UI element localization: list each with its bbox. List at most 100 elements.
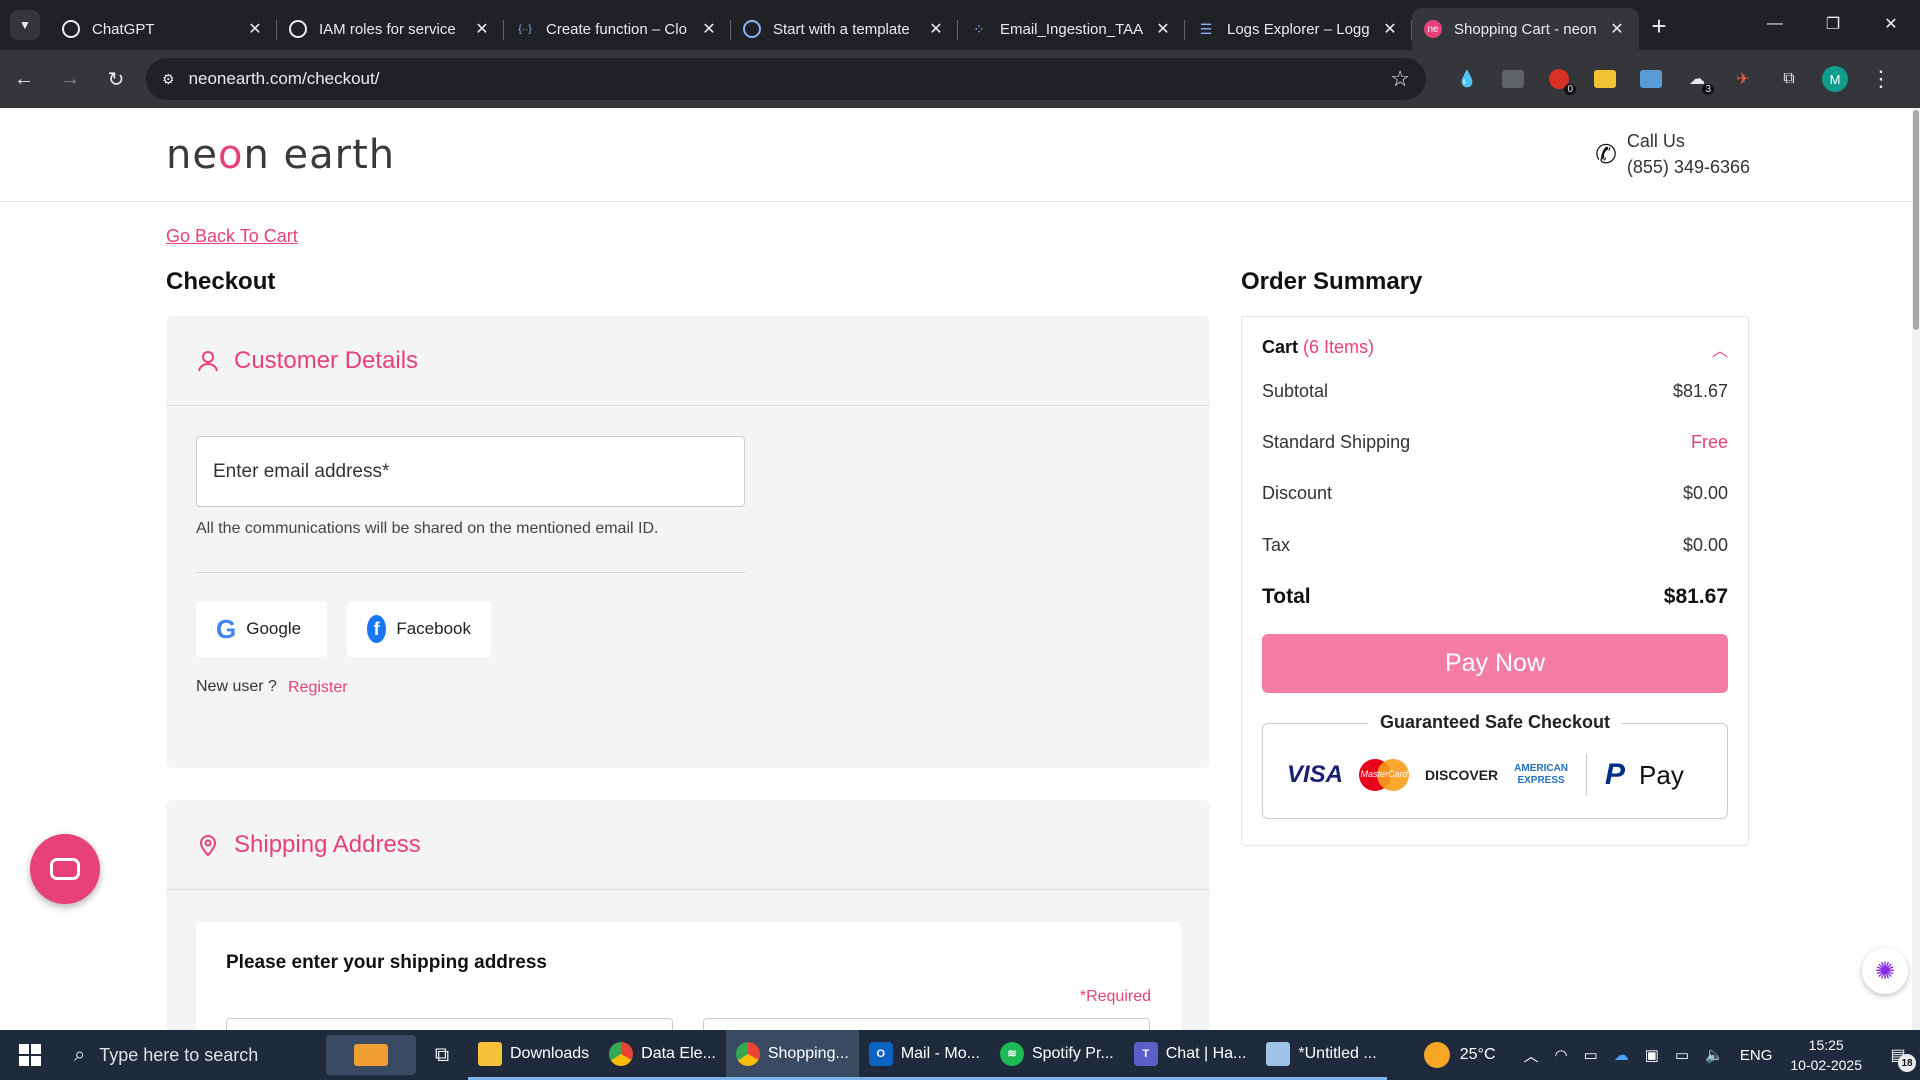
row-label: Standard Shipping bbox=[1262, 432, 1411, 452]
shipping-prompt: Please enter your shipping address bbox=[226, 952, 547, 973]
reload-icon[interactable]: ↻ bbox=[94, 59, 138, 99]
battery-icon[interactable]: ▭ bbox=[1675, 1046, 1689, 1064]
browser-tab[interactable]: Start with a template ✕ bbox=[731, 8, 958, 50]
divider bbox=[196, 572, 745, 573]
wifi-icon[interactable]: ◠ bbox=[1555, 1046, 1568, 1064]
go-back-to-cart-link[interactable]: Go Back To Cart bbox=[166, 226, 298, 247]
chevron-up-icon[interactable]: ︿ bbox=[1524, 1045, 1539, 1066]
taskbar-app-chrome[interactable]: Data Ele... bbox=[599, 1030, 726, 1080]
browser-tab[interactable]: ChatGPT ✕ bbox=[50, 8, 277, 50]
display-icon[interactable]: ▣ bbox=[1645, 1046, 1659, 1064]
separator bbox=[1586, 754, 1588, 796]
extension-plane-icon[interactable]: ✈ bbox=[1720, 59, 1766, 99]
extension-card-icon[interactable] bbox=[1582, 59, 1628, 99]
extensions-puzzle-icon[interactable]: ⧉ bbox=[1766, 59, 1812, 99]
address-bar[interactable]: ⚙ neonearth.com/checkout/ ☆ bbox=[146, 58, 1426, 100]
facebook-login-button[interactable]: f Facebook bbox=[347, 601, 491, 657]
browser-tab[interactable]: ⁘ Email_Ingestion_TAA ✕ bbox=[958, 8, 1185, 50]
new-tab-plus-icon[interactable]: + bbox=[1639, 6, 1679, 46]
browser-tab[interactable]: IAM roles for service ✕ bbox=[277, 8, 504, 50]
taskbar-app-outlook[interactable]: O Mail - Mo... bbox=[858, 1030, 990, 1080]
extension-droplet-icon[interactable]: 💧 bbox=[1444, 59, 1490, 99]
profile-avatar[interactable]: M bbox=[1822, 66, 1848, 92]
tab-title: Email_Ingestion_TAA bbox=[1000, 20, 1144, 38]
extension-badge: 3 bbox=[1702, 84, 1714, 95]
scrollbar-thumb[interactable] bbox=[1913, 110, 1919, 330]
pay-now-button[interactable]: Pay Now bbox=[1262, 634, 1728, 693]
taskbar-app-downloads[interactable]: Downloads bbox=[468, 1030, 600, 1080]
page-scrollbar[interactable] bbox=[1912, 108, 1920, 1030]
weather-widget[interactable]: 25°C bbox=[1423, 1042, 1496, 1068]
taskbar-app-chrome-active[interactable]: Shopping... bbox=[725, 1030, 859, 1080]
google-login-button[interactable]: G Google bbox=[196, 601, 327, 657]
payment-logos: VISA MasterCard DISCOVER AMERICAN EXPRESS… bbox=[1287, 754, 1684, 796]
assistant-brain-icon[interactable]: ✺ bbox=[1862, 948, 1908, 994]
chevron-up-icon[interactable]: ︿ bbox=[1712, 337, 1728, 361]
extension-code-icon[interactable] bbox=[1490, 59, 1536, 99]
onedrive-icon[interactable]: ☁ bbox=[1614, 1046, 1629, 1064]
safe-checkout-label: Guaranteed Safe Checkout bbox=[1367, 712, 1623, 733]
shipping-field[interactable] bbox=[226, 1018, 673, 1030]
outlook-icon: O bbox=[868, 1041, 893, 1066]
browser-menu-icon[interactable]: ⋮ bbox=[1870, 66, 1892, 92]
phone-number[interactable]: (855) 349-6366 bbox=[1627, 154, 1750, 180]
mastercard-logo: MasterCard bbox=[1359, 759, 1410, 791]
taskbar-app-teams[interactable]: T Chat | Ha... bbox=[1123, 1030, 1257, 1080]
close-tab-icon[interactable]: ✕ bbox=[1153, 19, 1173, 39]
close-tab-icon[interactable]: ✕ bbox=[926, 19, 946, 39]
clock-time: 15:25 bbox=[1808, 1037, 1844, 1053]
facebook-icon: f bbox=[367, 615, 387, 643]
windows-start-icon[interactable] bbox=[0, 1030, 60, 1080]
shipping-field[interactable] bbox=[703, 1018, 1150, 1030]
close-tab-icon[interactable]: ✕ bbox=[1380, 19, 1400, 39]
customer-details-panel: Customer Details Enter email address* Al… bbox=[166, 316, 1210, 768]
browser-tab-active[interactable]: ne Shopping Cart - neon ✕ bbox=[1412, 8, 1639, 50]
task-view-icon[interactable]: ⧉ bbox=[416, 1044, 468, 1067]
windows-taskbar: ⌕ Type here to search ⧉ Downloads Data E… bbox=[0, 1030, 1920, 1080]
neonearth-logo[interactable]: neon earth bbox=[166, 132, 395, 178]
taskbar-app-spotify[interactable]: ≋ Spotify Pr... bbox=[989, 1030, 1124, 1080]
url-text[interactable]: neonearth.com/checkout/ bbox=[189, 69, 1391, 89]
browser-tab[interactable]: {··} Create function – Clo ✕ bbox=[504, 8, 731, 50]
notification-count: 18 bbox=[1898, 1054, 1916, 1072]
row-value: $0.00 bbox=[1682, 535, 1728, 555]
taskbar-app-notepad[interactable]: *Untitled ... bbox=[1256, 1030, 1387, 1080]
close-tab-icon[interactable]: ✕ bbox=[472, 19, 492, 39]
close-tab-icon[interactable]: ✕ bbox=[1607, 19, 1627, 39]
briefcase-icon[interactable] bbox=[326, 1035, 416, 1075]
close-tab-icon[interactable]: ✕ bbox=[699, 19, 719, 39]
google-icon: G bbox=[216, 613, 237, 644]
system-tray: 25°C ︿ ◠ ▭ ☁ ▣ ▭ 🔈 ENG 15:25 10-02-2025 … bbox=[1423, 1030, 1920, 1080]
paypal-logo: P bbox=[1605, 758, 1626, 791]
email-input[interactable]: Enter email address* bbox=[196, 436, 745, 507]
cart-toggle[interactable]: Cart (6 Items) ︿ bbox=[1262, 337, 1728, 361]
search-icon: ⌕ bbox=[74, 1043, 86, 1066]
close-tab-icon[interactable]: ✕ bbox=[245, 19, 265, 39]
tab-search-chevron-icon[interactable]: ▼ bbox=[10, 10, 40, 40]
shipping-row: Standard Shipping Free bbox=[1262, 432, 1728, 453]
extension-red-icon[interactable]: 0 bbox=[1536, 59, 1582, 99]
bookmark-star-icon[interactable]: ☆ bbox=[1390, 66, 1410, 92]
register-link[interactable]: Register bbox=[288, 679, 348, 697]
taskbar-app-label: Downloads bbox=[510, 1044, 590, 1062]
close-window-icon[interactable]: ✕ bbox=[1862, 0, 1920, 48]
minimize-icon[interactable]: — bbox=[1746, 0, 1804, 48]
volume-icon[interactable]: 🔈 bbox=[1705, 1046, 1724, 1064]
chat-widget-icon[interactable] bbox=[30, 834, 100, 904]
notification-center-icon[interactable]: ▤ 18 bbox=[1876, 1030, 1920, 1080]
extension-cloud-icon[interactable]: ☁ 3 bbox=[1674, 59, 1720, 99]
back-arrow-icon[interactable]: ← bbox=[2, 59, 46, 99]
taskbar-search[interactable]: ⌕ Type here to search bbox=[60, 1030, 320, 1080]
site-settings-icon[interactable]: ⚙ bbox=[162, 71, 175, 88]
extension-screen-icon[interactable] bbox=[1628, 59, 1674, 99]
weather-temp: 25°C bbox=[1459, 1046, 1496, 1063]
logo-text: n earth bbox=[243, 132, 396, 178]
language-indicator[interactable]: ENG bbox=[1740, 1047, 1773, 1064]
subtotal-row: Subtotal $81.67 bbox=[1262, 381, 1728, 402]
browser-tab[interactable]: ☰ Logs Explorer – Logg ✕ bbox=[1185, 8, 1412, 50]
call-us[interactable]: ✆ Call Us (855) 349-6366 bbox=[1595, 128, 1750, 180]
meet-icon[interactable]: ▭ bbox=[1584, 1046, 1598, 1064]
clock[interactable]: 15:25 10-02-2025 bbox=[1790, 1035, 1862, 1075]
restore-icon[interactable]: ❐ bbox=[1804, 0, 1862, 48]
forward-arrow-icon[interactable]: → bbox=[48, 59, 92, 99]
